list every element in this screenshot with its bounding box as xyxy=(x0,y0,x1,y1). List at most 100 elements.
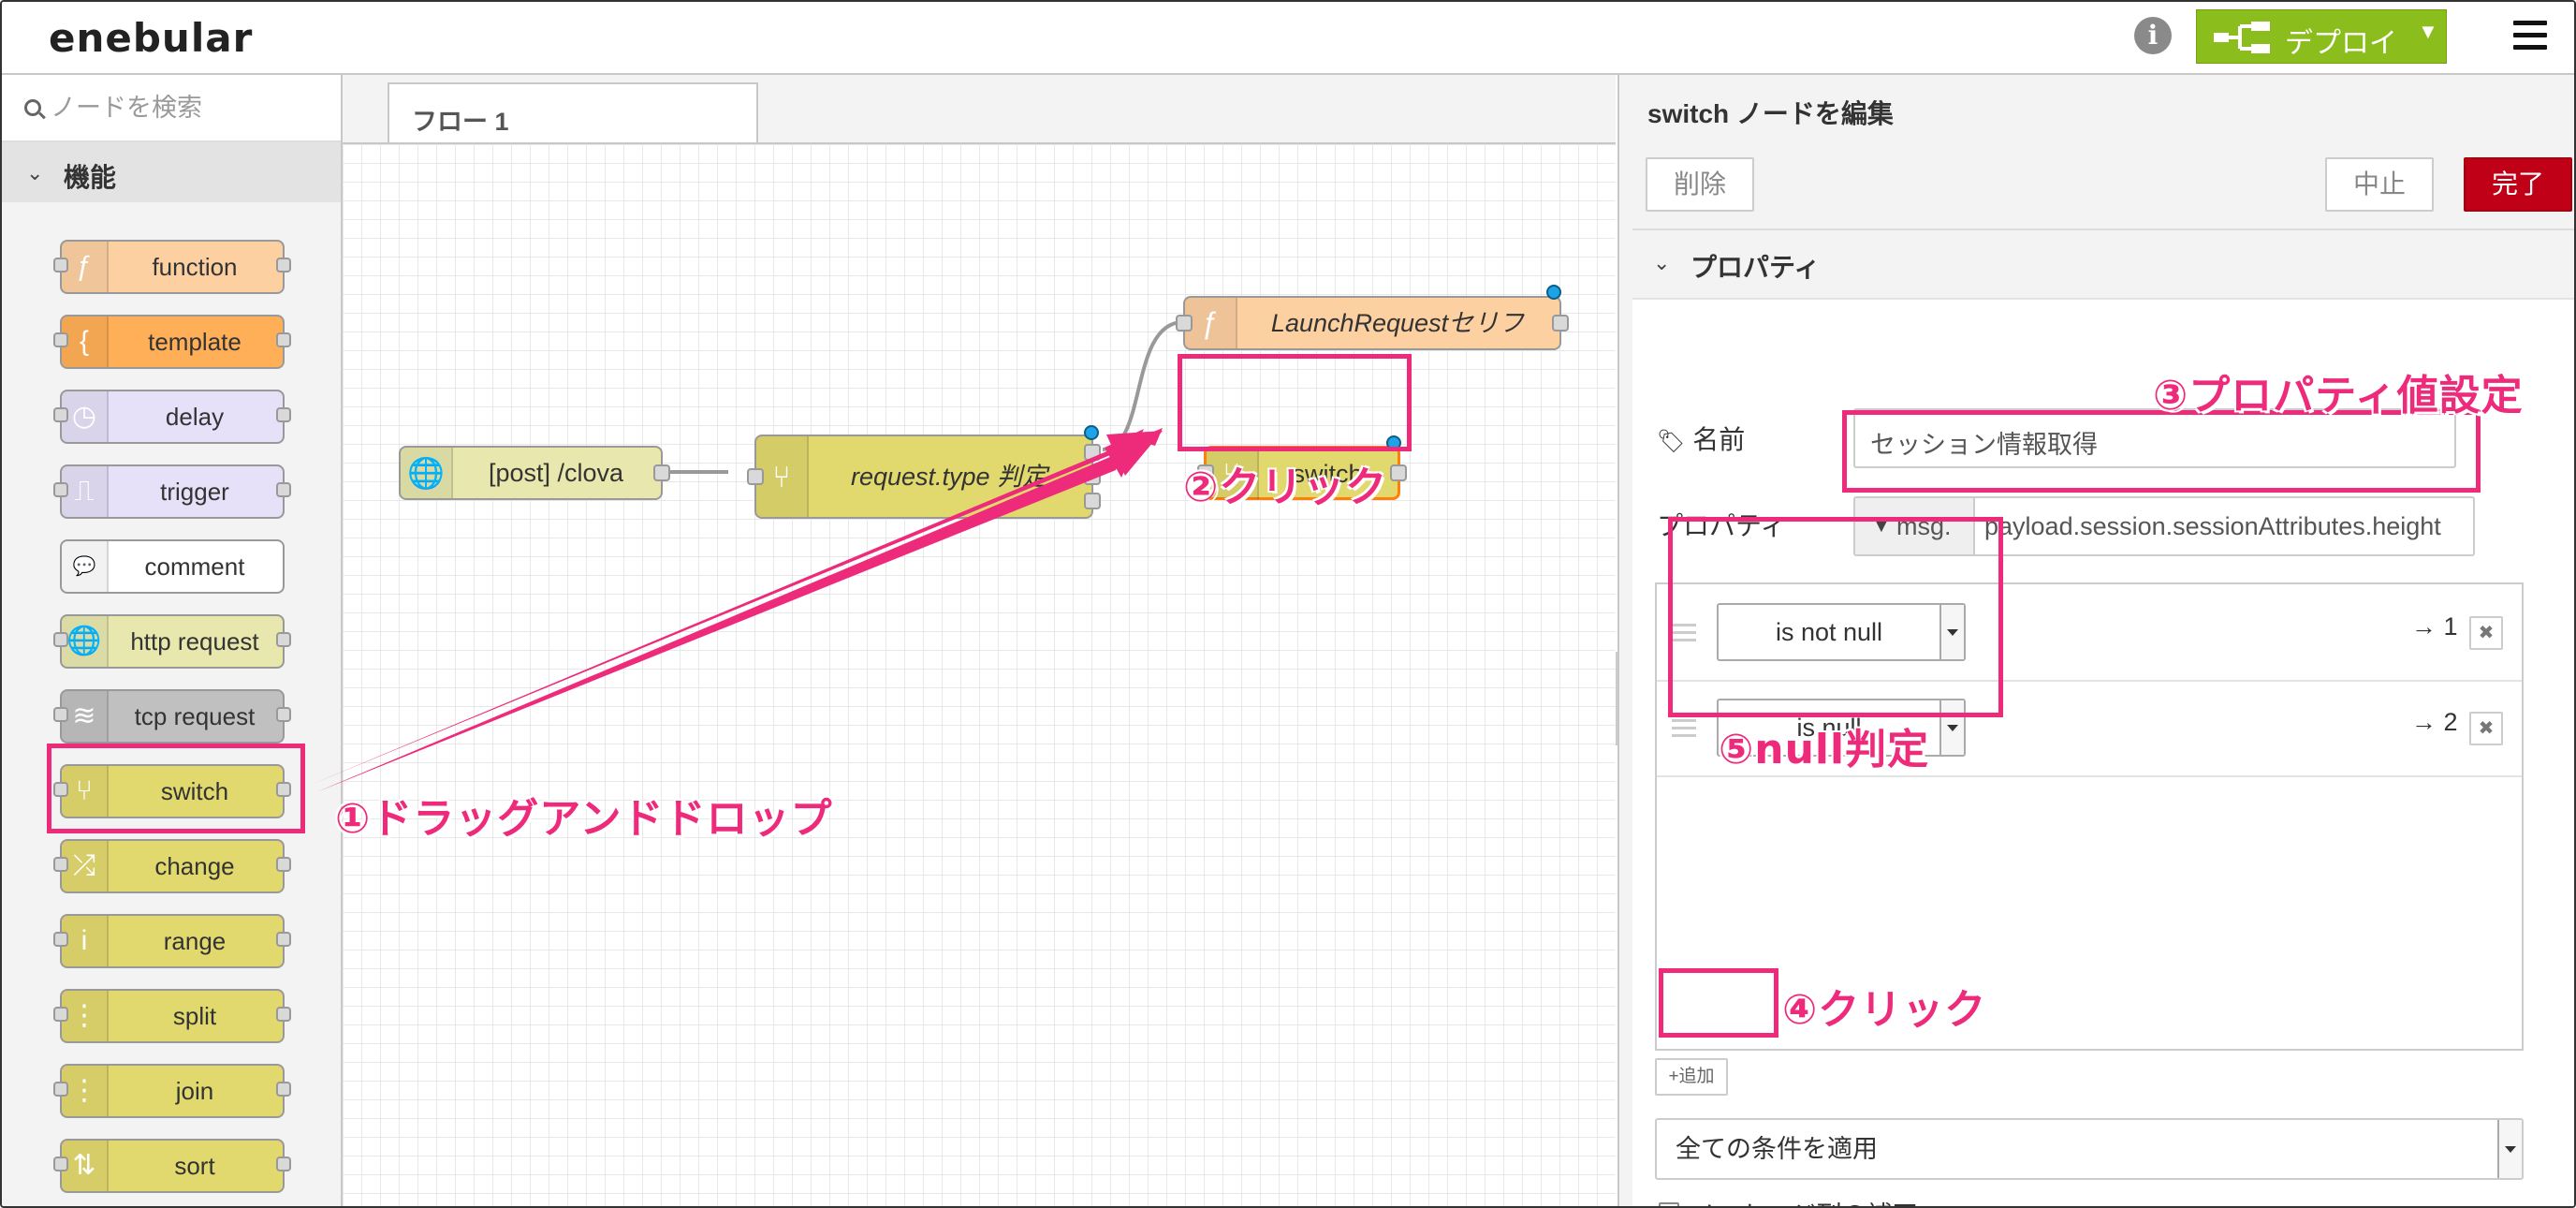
output-port[interactable] xyxy=(1552,315,1569,331)
join-icon: ⋮ xyxy=(62,1066,109,1116)
annotation-step-1: ①ドラッグアンドドロップ xyxy=(335,795,833,843)
highlight-rules xyxy=(1668,517,2003,717)
recreate-sequences-label: メッセージ列の補正 xyxy=(1690,1195,1917,1206)
palette-node-trigger[interactable]: ⎍ trigger xyxy=(53,464,291,519)
output-port xyxy=(276,1156,291,1171)
comment-icon: 💬 xyxy=(62,541,109,592)
delete-button[interactable]: 削除 xyxy=(1646,157,1754,212)
output-port xyxy=(276,857,291,872)
palette-node-split[interactable]: ⋮ split xyxy=(53,989,291,1043)
name-label: 🏷 名前 xyxy=(1657,425,1746,454)
input-port xyxy=(53,1082,68,1097)
app-logo: enebular xyxy=(49,15,254,61)
output-port[interactable] xyxy=(1390,464,1407,481)
palette-node-change[interactable]: ⤮ change xyxy=(53,839,291,893)
annotation-step-3: ③プロパティ値設定 xyxy=(2153,372,2524,420)
input-port xyxy=(53,407,68,422)
range-icon: i xyxy=(62,916,109,966)
template-icon: { xyxy=(62,317,109,367)
input-port xyxy=(53,482,68,497)
change-icon: ⤮ xyxy=(62,841,109,891)
app-window: enebular i デプロイ ▼ ⌄ 機能 ƒ function { templat… xyxy=(0,0,2576,1208)
palette-node-delay[interactable]: ◷ delay xyxy=(53,390,291,444)
output-port-1[interactable] xyxy=(1084,444,1101,461)
check-all-select[interactable]: 全ての条件を適用 xyxy=(1655,1118,2524,1180)
palette-node-sort[interactable]: ⇅ sort xyxy=(53,1139,291,1193)
flow-canvas[interactable]: 🌐 [post] /clova ⑂ request.type 判定 ƒ Laun… xyxy=(343,144,1616,1206)
palette-node-join[interactable]: ⋮ join xyxy=(53,1064,291,1118)
deploy-button[interactable]: デプロイ ▼ xyxy=(2196,9,2447,64)
chevron-down-icon: ⌄ xyxy=(1653,251,1671,274)
palette-node-label: change xyxy=(154,852,235,880)
palette-node-label: comment xyxy=(144,552,245,581)
palette-node-label: join xyxy=(175,1077,214,1105)
output-port xyxy=(276,332,291,347)
header: enebular i デプロイ ▼ xyxy=(2,2,2574,75)
highlight-flow-switch xyxy=(1178,354,1412,451)
palette-node-range[interactable]: i range xyxy=(53,914,291,968)
properties-section-header[interactable]: ⌄ プロパティ xyxy=(1632,230,2574,300)
palette-node-comment[interactable]: 💬 comment xyxy=(60,539,285,594)
node-label: request.type 判定 xyxy=(850,463,1048,491)
palette-search xyxy=(2,75,341,142)
output-port-3[interactable] xyxy=(1084,493,1101,509)
input-port xyxy=(53,258,68,273)
output-port-2[interactable] xyxy=(1084,468,1101,485)
add-rule-button[interactable]: +追加 xyxy=(1655,1058,1728,1096)
search-input[interactable] xyxy=(49,88,324,127)
palette-node-template[interactable]: { template xyxy=(53,315,291,369)
caret-down-icon[interactable]: ▼ xyxy=(2418,20,2438,44)
input-port xyxy=(53,1007,68,1022)
node-label: [post] /clova xyxy=(488,459,624,487)
palette-node-label: http request xyxy=(130,627,259,656)
output-port xyxy=(276,932,291,947)
done-button[interactable]: 完了 xyxy=(2464,157,2572,212)
section-label: プロパティ xyxy=(1690,253,1821,282)
http-request-icon: 🌐 xyxy=(62,616,109,667)
input-port xyxy=(53,932,68,947)
recreate-sequences-checkbox[interactable] xyxy=(1659,1202,1679,1206)
menu-icon[interactable] xyxy=(2513,21,2547,51)
delay-icon: ◷ xyxy=(62,391,109,442)
input-port[interactable] xyxy=(1176,315,1193,331)
split-icon: ⋮ xyxy=(62,991,109,1041)
palette-node-http-request[interactable]: 🌐 http request xyxy=(53,614,291,669)
annotation-step-5: ⑤null判定 xyxy=(1719,726,1930,773)
palette-category[interactable]: ⌄ 機能 xyxy=(2,142,341,202)
input-port[interactable] xyxy=(747,468,764,485)
info-icon[interactable]: i xyxy=(2134,17,2172,54)
flow-node-request-switch[interactable]: ⑂ request.type 判定 xyxy=(747,425,1101,519)
deploy-label: デプロイ xyxy=(2285,28,2397,59)
function-icon: ƒ xyxy=(62,242,109,292)
palette-node-function[interactable]: ƒ function xyxy=(53,240,291,294)
input-port xyxy=(53,332,68,347)
output-port xyxy=(276,632,291,647)
node-palette: ⌄ 機能 ƒ function { template ◷ delay ⎍ trigger 💬 co… xyxy=(2,75,343,1206)
palette-node-label: sort xyxy=(174,1152,215,1180)
editor-title: switch ノードを編集 xyxy=(1647,99,1894,128)
flow-node-launch-function[interactable]: ƒ LaunchRequestセリフ xyxy=(1176,285,1569,350)
tab-flow-1[interactable]: フロー 1 xyxy=(388,82,758,142)
palette-node-tcp-request[interactable]: ≋ tcp request xyxy=(53,689,291,744)
output-port[interactable] xyxy=(653,464,670,481)
globe-icon: 🌐 xyxy=(401,448,453,498)
drag-handle-icon[interactable] xyxy=(1672,719,1696,742)
property-value[interactable]: payload.session.sessionAttributes.height xyxy=(1984,498,2441,554)
highlight-add-button xyxy=(1659,968,1778,1038)
palette-node-label: template xyxy=(148,328,242,356)
cancel-button[interactable]: 中止 xyxy=(2325,157,2434,212)
changed-indicator xyxy=(1546,285,1561,300)
palette-node-label: tcp request xyxy=(134,702,256,730)
input-port xyxy=(53,1156,68,1171)
flow-node-http-in[interactable]: 🌐 [post] /clova xyxy=(399,446,670,500)
palette-node-label: function xyxy=(152,253,238,281)
search-icon xyxy=(24,99,41,116)
palette-node-label: trigger xyxy=(160,478,229,506)
tag-icon: 🏷 xyxy=(1657,429,1686,454)
trigger-icon: ⎍ xyxy=(62,466,109,517)
tcp-request-icon: ≋ xyxy=(62,691,109,742)
remove-rule-icon[interactable]: ✖ xyxy=(2469,712,2503,745)
category-label: 機能 xyxy=(64,163,117,192)
switch-icon: ⑂ xyxy=(756,436,809,517)
remove-rule-icon[interactable]: ✖ xyxy=(2469,616,2503,650)
